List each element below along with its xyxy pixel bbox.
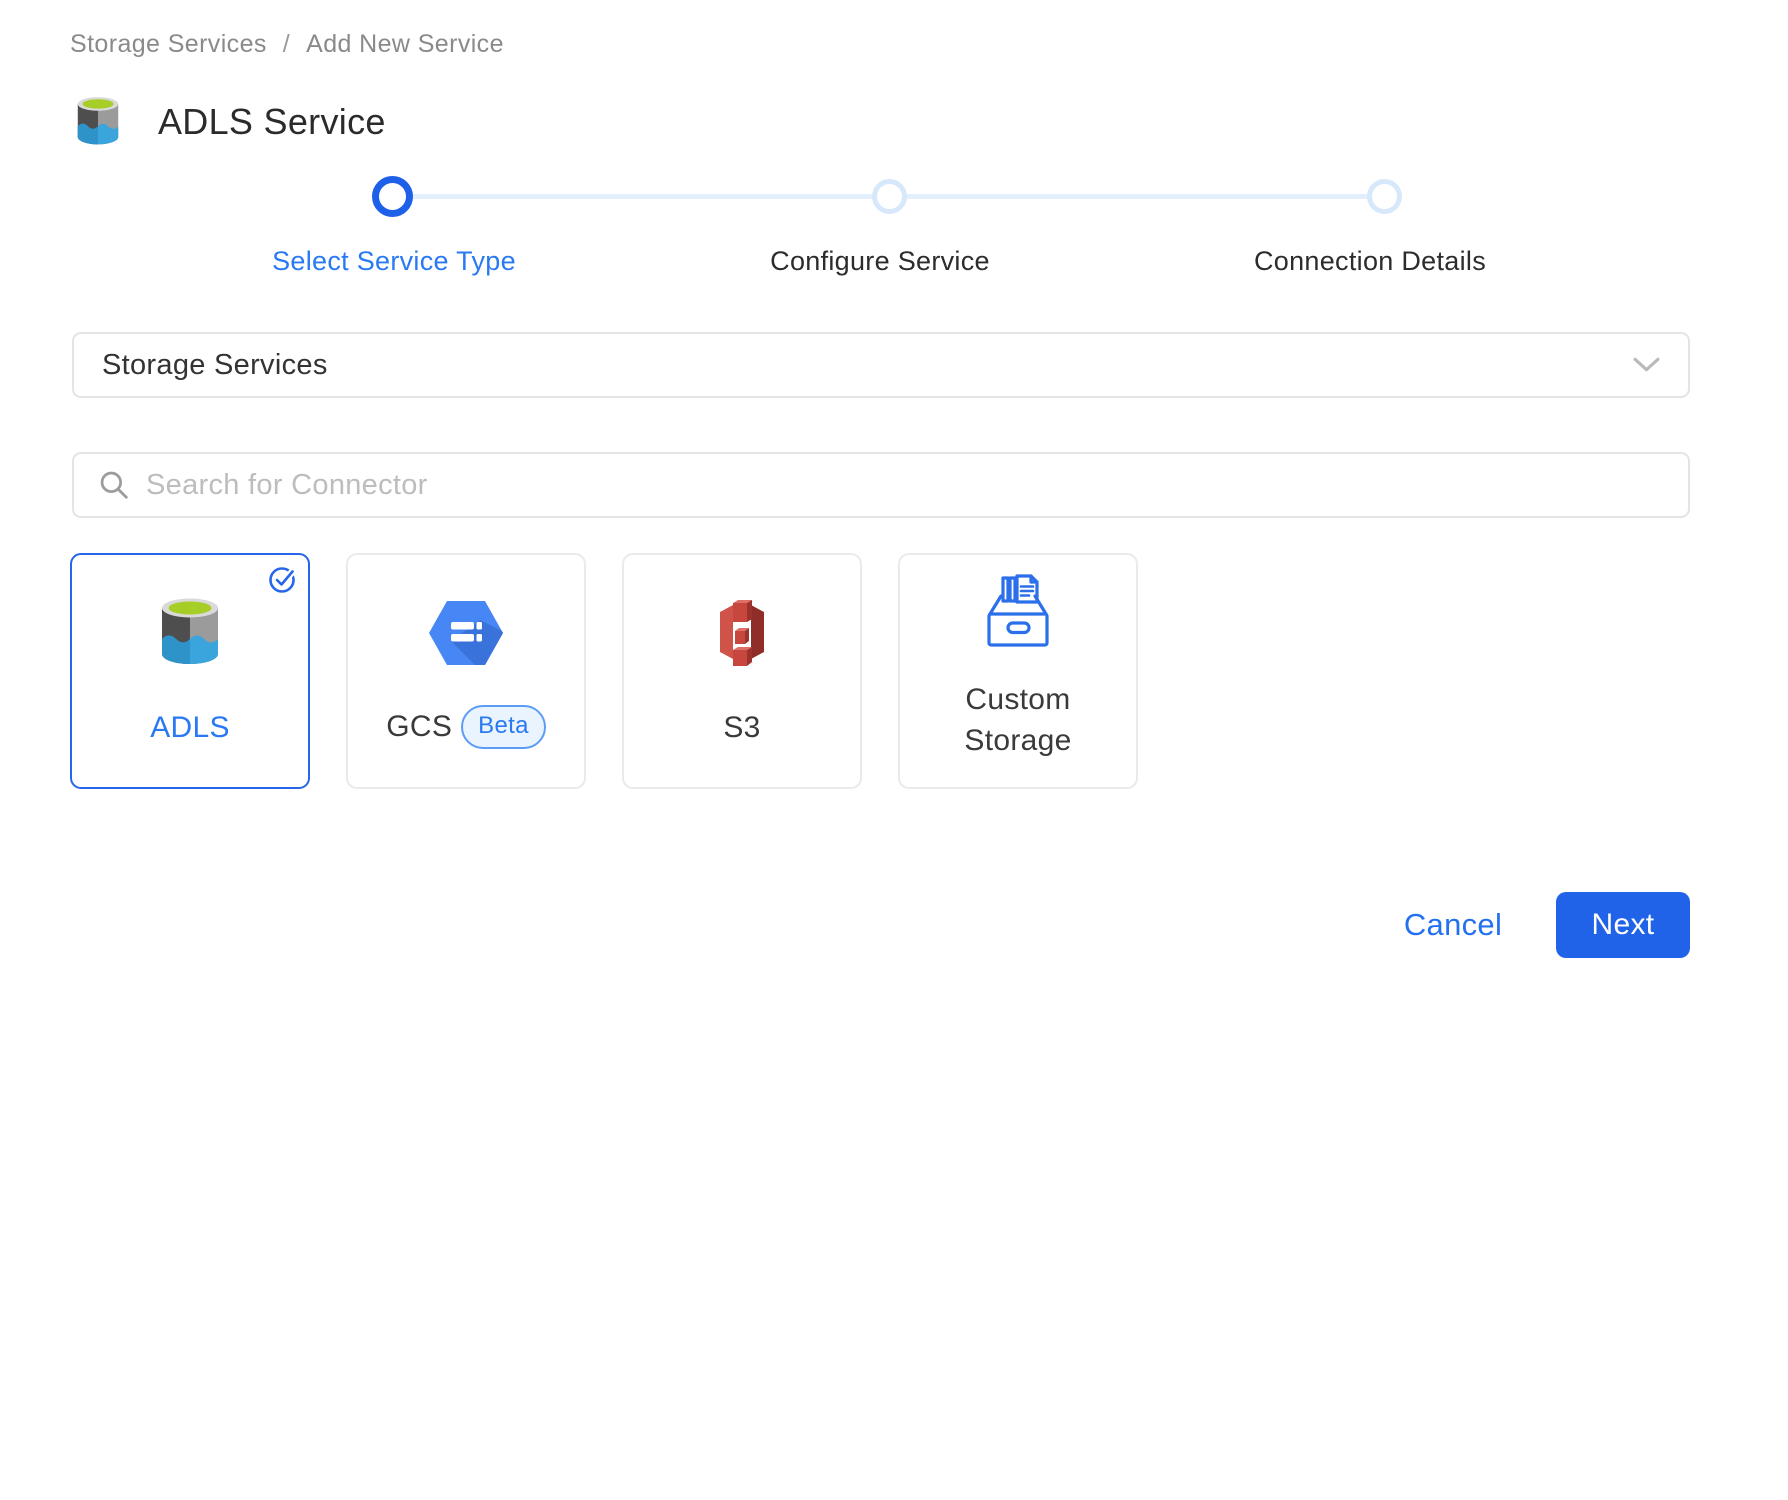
step-label-connection-details[interactable]: Connection Details — [1210, 246, 1530, 277]
step-circle-configure-service[interactable] — [872, 179, 907, 214]
connector-label-s3: S3 — [723, 711, 760, 745]
connector-card-custom-storage[interactable]: Custom Storage — [898, 553, 1138, 789]
connector-label-adls: ADLS — [150, 711, 230, 745]
breadcrumb-add-new-service: Add New Service — [306, 30, 504, 59]
page-header: ADLS Service — [76, 96, 386, 148]
step-label-select-service-type[interactable]: Select Service Type — [234, 246, 554, 277]
step-label-configure-service[interactable]: Configure Service — [720, 246, 1040, 277]
connector-card-gcs[interactable]: GCS Beta — [346, 553, 586, 789]
search-icon — [98, 469, 130, 501]
connector-label-gcs: GCS — [386, 710, 452, 744]
beta-badge: Beta — [461, 705, 546, 749]
connector-label-custom-storage: Custom Storage — [933, 679, 1103, 761]
s3-bucket-icon — [712, 598, 772, 668]
custom-storage-box-icon — [976, 569, 1060, 651]
breadcrumb-separator: / — [283, 30, 290, 59]
search-input[interactable] — [146, 469, 1664, 502]
service-category-select[interactable]: Storage Services — [72, 332, 1690, 398]
service-category-value: Storage Services — [102, 349, 328, 382]
add-new-service-page: Storage Services / Add New Service ADLS … — [0, 0, 1788, 1500]
check-circle-icon — [268, 565, 298, 595]
breadcrumb: Storage Services / Add New Service — [70, 30, 504, 59]
breadcrumb-storage-services[interactable]: Storage Services — [70, 30, 267, 59]
stepper-track-2 — [904, 194, 1369, 199]
connector-search — [72, 452, 1690, 518]
connector-card-adls[interactable]: ADLS — [70, 553, 310, 789]
cancel-button[interactable]: Cancel — [1388, 907, 1518, 943]
chevron-down-icon — [1633, 357, 1660, 373]
step-circle-select-service-type[interactable] — [372, 176, 413, 217]
stepper-track-1 — [410, 194, 874, 199]
adls-cylinder-icon — [76, 96, 120, 148]
gcs-hexagon-icon — [428, 600, 504, 666]
step-circle-connection-details[interactable] — [1367, 179, 1402, 214]
page-title: ADLS Service — [158, 101, 386, 143]
adls-cylinder-icon — [159, 597, 221, 669]
next-button[interactable]: Next — [1556, 892, 1690, 958]
connector-card-s3[interactable]: S3 — [622, 553, 862, 789]
